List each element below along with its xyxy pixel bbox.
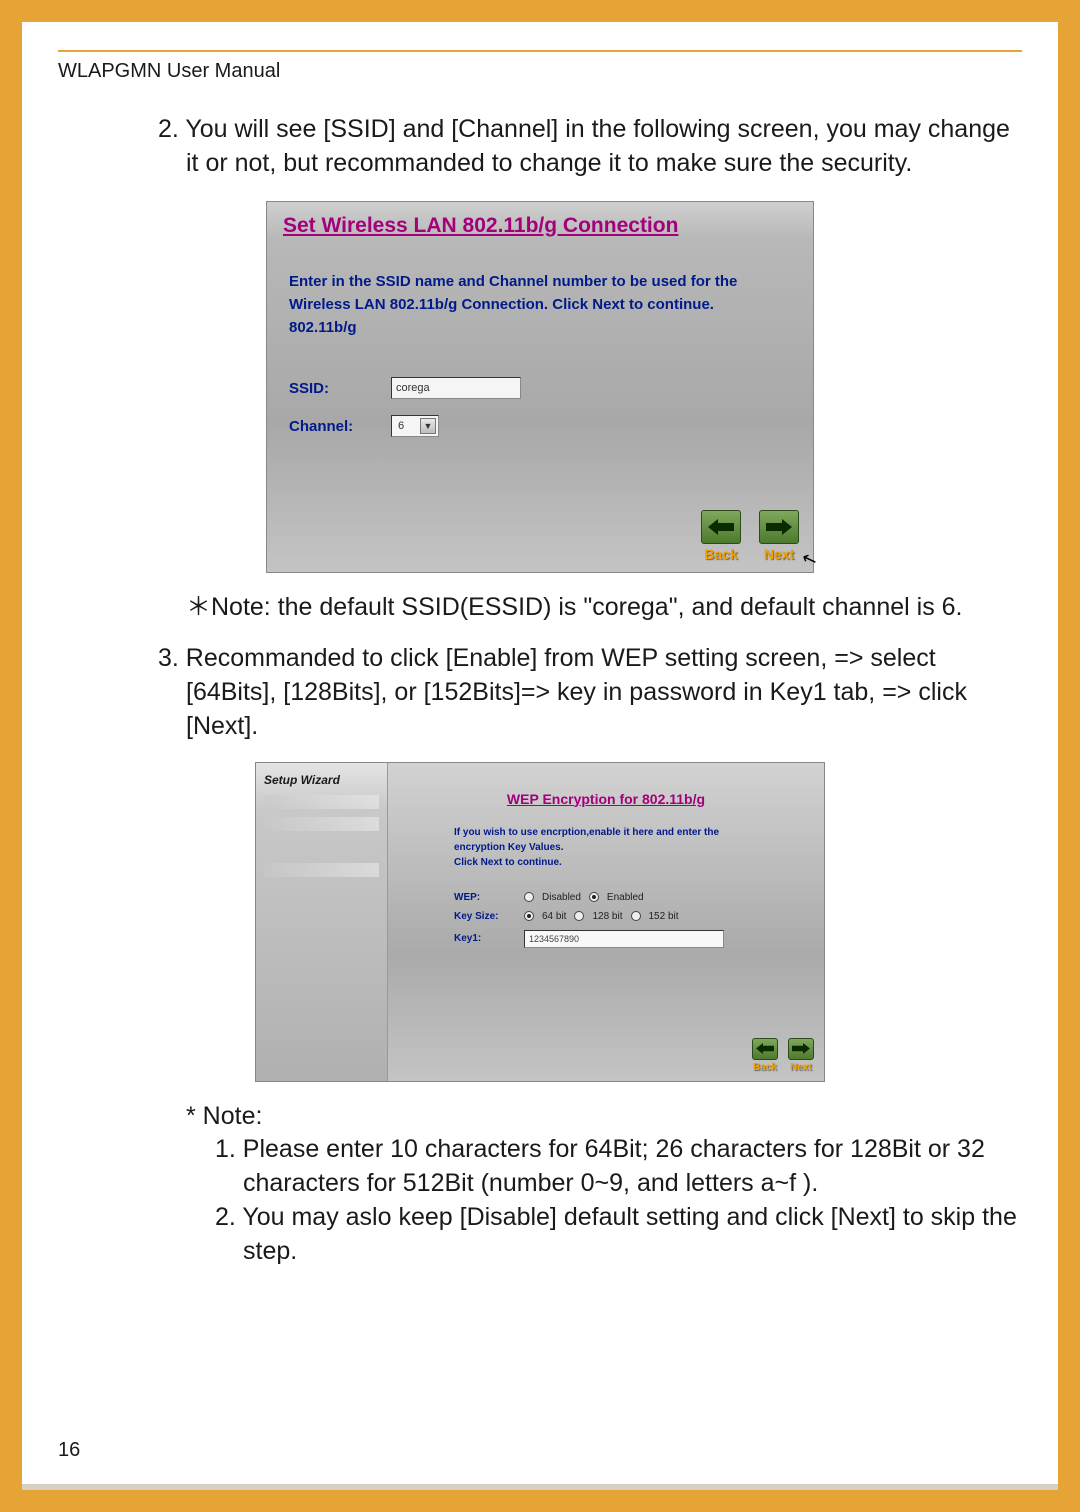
cursor-icon: ↖ — [799, 547, 820, 572]
step-3-text: 3. Recommanded to click [Enable] from WE… — [58, 642, 1022, 743]
note-end-2: 2. You may aslo keep [Disable] default s… — [58, 1201, 1022, 1269]
note-end-1: 1. Please enter 10 characters for 64Bit;… — [58, 1133, 1022, 1201]
key1-input[interactable] — [524, 930, 724, 948]
sidebar: Setup Wizard — [256, 763, 388, 1081]
back-label: Back — [753, 1062, 777, 1073]
screenshot-wep-panel: Setup Wizard WEP Encryption for 802.11b/… — [255, 762, 825, 1082]
keysize-64-radio[interactable] — [524, 911, 534, 921]
panel-title: Set Wireless LAN 802.11b/g Connection — [267, 202, 813, 246]
wep-disabled-radio[interactable] — [524, 892, 534, 902]
back-button[interactable] — [752, 1038, 778, 1060]
wep-enabled-radio[interactable] — [589, 892, 599, 902]
chevron-down-icon: ▼ — [420, 418, 436, 434]
keysize-152-radio[interactable] — [631, 911, 641, 921]
key1-label: Key1: — [454, 933, 524, 944]
page-header: WLAPGMN User Manual — [58, 60, 1022, 83]
keysize-label: Key Size: — [454, 911, 524, 922]
ssid-input[interactable] — [391, 377, 521, 399]
back-label: Back — [704, 546, 737, 562]
ssid-label: SSID: — [289, 380, 391, 397]
step-2-text: 2. You will see [SSID] and [Channel] in … — [58, 113, 1022, 181]
page-number: 16 — [58, 1439, 80, 1462]
channel-label: Channel: — [289, 418, 391, 435]
channel-select[interactable]: 6 ▼ — [391, 415, 439, 437]
next-label: Next — [764, 546, 794, 562]
note-heading: * Note: — [58, 1100, 1022, 1134]
note-1: ＊Note: the default SSID(ESSID) is "coreg… — [58, 591, 1022, 625]
panel-instructions: If you wish to use encrption,enable it h… — [388, 817, 824, 870]
panel-instructions: Enter in the SSID name and Channel numbe… — [267, 246, 813, 340]
wep-label: WEP: — [454, 892, 524, 903]
keysize-128-radio[interactable] — [574, 911, 584, 921]
next-button[interactable] — [788, 1038, 814, 1060]
screenshot-ssid-panel: Set Wireless LAN 802.11b/g Connection En… — [266, 201, 814, 573]
next-label: Next — [790, 1062, 812, 1073]
next-button[interactable] — [759, 510, 799, 544]
panel-title: WEP Encryption for 802.11b/g — [388, 763, 824, 817]
back-button[interactable] — [701, 510, 741, 544]
